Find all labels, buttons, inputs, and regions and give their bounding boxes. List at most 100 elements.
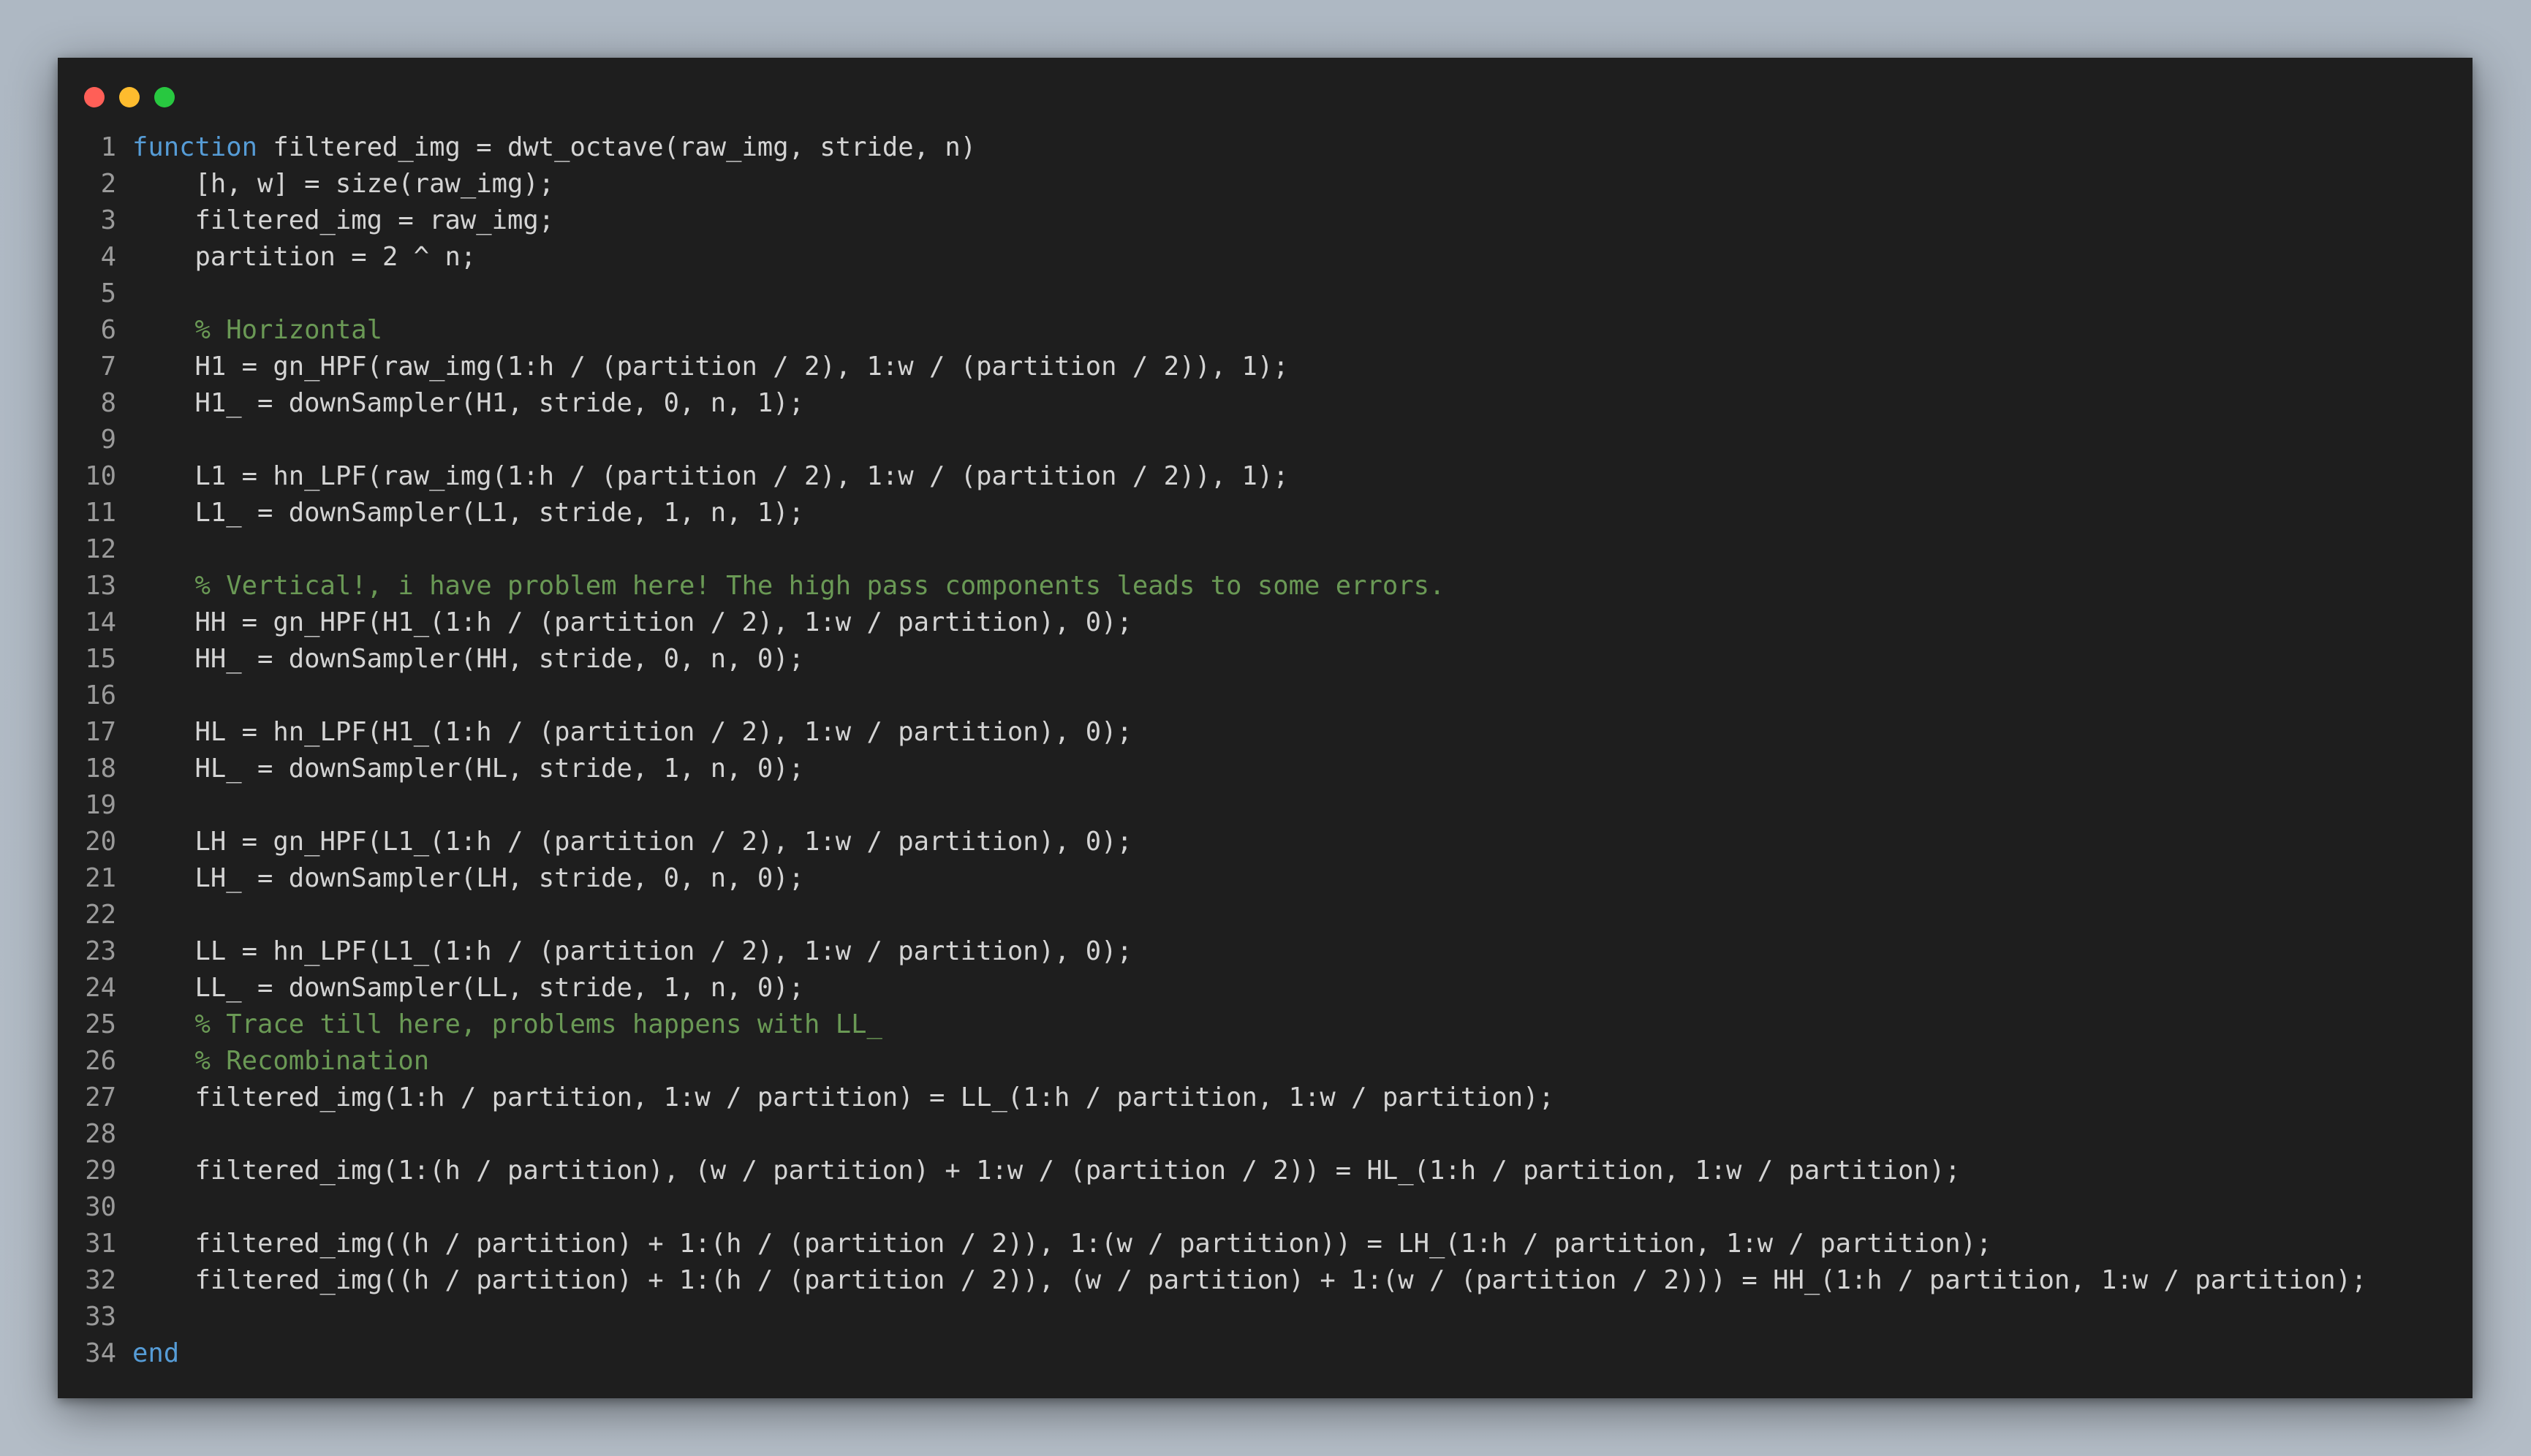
line-number: 19 [85,790,116,820]
line-number: 1 [100,132,116,162]
code-line: 5 [58,276,2473,312]
line-number: 27 [85,1082,116,1112]
line-number: 21 [85,863,116,893]
code-token: HL = hn_LPF(H1_(1:h / (partition / 2), 1… [132,717,1132,747]
code-line: 32 filtered_img((h / partition) + 1:(h /… [58,1262,2473,1299]
line-number: 30 [85,1192,116,1222]
line-number: 15 [85,644,116,674]
code-line: 11 L1_ = downSampler(L1, stride, 1, n, 1… [58,495,2473,531]
code-line: 4 partition = 2 ^ n; [58,239,2473,276]
line-number: 16 [85,680,116,710]
code-line: 26 % Recombination [58,1043,2473,1080]
code-line: 13 % Vertical!, i have problem here! The… [58,568,2473,604]
line-number: 3 [100,205,116,235]
line-number: 12 [85,534,116,564]
code-token: H1 = gn_HPF(raw_img(1:h / (partition / 2… [132,352,1289,382]
comment-token: % Horizontal [194,315,382,345]
line-number: 13 [85,571,116,601]
code-line: 33 [58,1299,2473,1335]
code-token: H1_ = downSampler(H1, stride, 0, n, 1); [132,388,805,418]
line-number: 23 [85,936,116,966]
code-line: 9 [58,422,2473,458]
line-number: 2 [100,169,116,199]
code-token: [h, w] = size(raw_img); [132,169,555,199]
line-number: 10 [85,461,116,491]
line-number: 32 [85,1265,116,1295]
code-line: 14 HH = gn_HPF(H1_(1:h / (partition / 2)… [58,604,2473,641]
line-number: 34 [85,1338,116,1368]
code-line: 19 [58,787,2473,824]
line-number: 7 [100,352,116,382]
line-number: 26 [85,1046,116,1076]
code-line: 30 [58,1189,2473,1226]
close-icon[interactable] [84,87,105,107]
keyword-token: end [132,1338,180,1368]
code-line: 1 function filtered_img = dwt_octave(raw_… [58,129,2473,166]
line-number: 4 [100,242,116,272]
code-token: HH_ = downSampler(HH, stride, 0, n, 0); [132,644,805,674]
code-token: LL_ = downSampler(LL, stride, 1, n, 0); [132,973,805,1003]
line-number: 28 [85,1119,116,1149]
code-line: 3 filtered_img = raw_img; [58,202,2473,239]
code-token: filtered_img((h / partition) + 1:(h / (p… [132,1229,1992,1259]
code-token: filtered_img(1:h / partition, 1:w / part… [132,1082,1554,1112]
line-number: 31 [85,1229,116,1259]
maximize-icon[interactable] [154,87,175,107]
keyword-token: function [132,132,257,162]
code-token: LL = hn_LPF(L1_(1:h / (partition / 2), 1… [132,936,1132,966]
code-token: HL_ = downSampler(HL, stride, 1, n, 0); [132,754,805,784]
code-line: 2 [h, w] = size(raw_img); [58,166,2473,202]
line-number: 9 [100,425,116,455]
comment-token: % Trace till here, problems happens with… [194,1009,882,1039]
line-number: 25 [85,1009,116,1039]
line-number: 18 [85,754,116,784]
code-line: 16 [58,678,2473,714]
code-line: 22 [58,897,2473,933]
code-line: 27 filtered_img(1:h / partition, 1:w / p… [58,1080,2473,1116]
code-line: 12 [58,531,2473,568]
code-line: 24 LL_ = downSampler(LL, stride, 1, n, 0… [58,970,2473,1006]
code-line: 8 H1_ = downSampler(H1, stride, 0, n, 1)… [58,385,2473,422]
line-number: 5 [100,278,116,308]
line-number: 6 [100,315,116,345]
minimize-icon[interactable] [119,87,140,107]
code-line: 23 LL = hn_LPF(L1_(1:h / (partition / 2)… [58,933,2473,970]
line-number: 14 [85,607,116,637]
code-line: 21 LH_ = downSampler(LH, stride, 0, n, 0… [58,860,2473,897]
code-token: filtered_img = raw_img; [132,205,555,235]
code-line: 31 filtered_img((h / partition) + 1:(h /… [58,1226,2473,1262]
window-controls [84,87,175,109]
code-token: LH_ = downSampler(LH, stride, 0, n, 0); [132,863,805,893]
code-token: filtered_img = dwt_octave(raw_img, strid… [257,132,977,162]
code-editor[interactable]: 1 function filtered_img = dwt_octave(raw_… [58,129,2473,1372]
code-line: 28 [58,1116,2473,1153]
line-number: 29 [85,1156,116,1186]
line-number: 8 [100,388,116,418]
code-line: 25 % Trace till here, problems happens w… [58,1006,2473,1043]
code-token: L1_ = downSampler(L1, stride, 1, n, 1); [132,498,805,528]
line-number: 20 [85,827,116,857]
comment-token: % Vertical!, i have problem here! The hi… [194,571,1445,601]
code-token: filtered_img((h / partition) + 1:(h / (p… [132,1265,2367,1295]
line-number: 24 [85,973,116,1003]
code-token: partition = 2 ^ n; [132,242,477,272]
line-number: 22 [85,900,116,930]
code-token: LH = gn_HPF(L1_(1:h / (partition / 2), 1… [132,827,1132,857]
code-token: L1 = hn_LPF(raw_img(1:h / (partition / 2… [132,461,1289,491]
code-line: 15 HH_ = downSampler(HH, stride, 0, n, 0… [58,641,2473,678]
line-number: 33 [85,1302,116,1332]
code-line: 34 end [58,1335,2473,1372]
code-line: 7 H1 = gn_HPF(raw_img(1:h / (partition /… [58,349,2473,385]
code-token: HH = gn_HPF(H1_(1:h / (partition / 2), 1… [132,607,1132,637]
comment-token: % Recombination [194,1046,430,1076]
code-line: 10 L1 = hn_LPF(raw_img(1:h / (partition … [58,458,2473,495]
line-number: 11 [85,498,116,528]
code-line: 20 LH = gn_HPF(L1_(1:h / (partition / 2)… [58,824,2473,860]
code-window: 1 function filtered_img = dwt_octave(raw_… [58,58,2473,1398]
code-line: 29 filtered_img(1:(h / partition), (w / … [58,1153,2473,1189]
code-token: filtered_img(1:(h / partition), (w / par… [132,1156,1961,1186]
code-line: 18 HL_ = downSampler(HL, stride, 1, n, 0… [58,751,2473,787]
